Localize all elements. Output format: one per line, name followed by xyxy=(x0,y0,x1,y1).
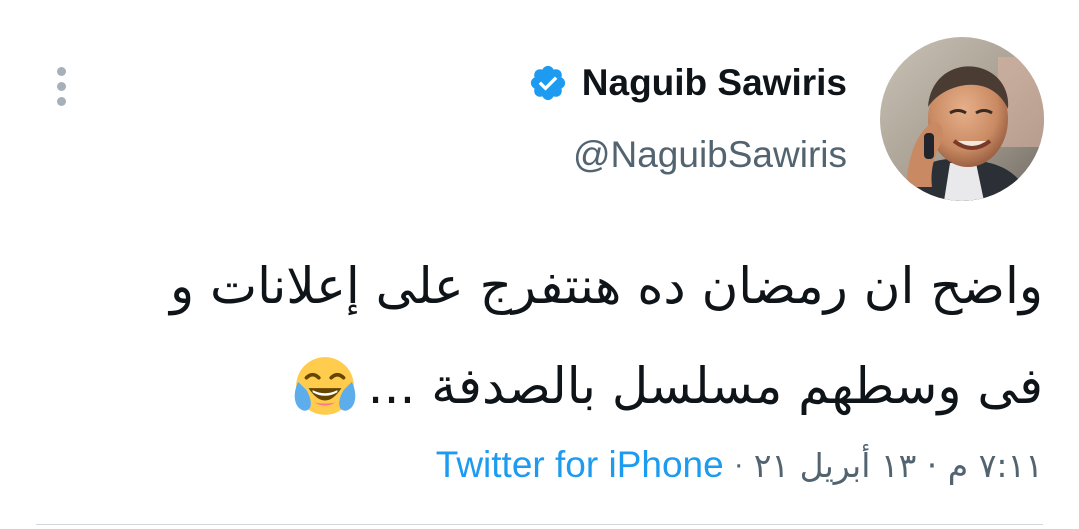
tweet-card: Naguib Sawiris @NaguibSawiris واضح ان رم… xyxy=(0,0,1079,529)
more-options-button[interactable] xyxy=(44,62,78,110)
more-vertical-icon-dot xyxy=(56,96,66,106)
face-with-tears-of-joy-icon xyxy=(294,356,355,415)
profile-photo xyxy=(880,37,1044,201)
tweet-text-line: واضح ان رمضان ده هنتفرج على إعلانات و xyxy=(169,257,1043,315)
more-vertical-icon xyxy=(56,66,66,76)
tweet-body: واضح ان رمضان ده هنتفرج على إعلانات و فى… xyxy=(33,236,1043,436)
author-avatar[interactable] xyxy=(880,37,1044,201)
author-username[interactable]: @NaguibSawiris xyxy=(573,134,847,176)
author-display-name: Naguib Sawiris xyxy=(581,62,847,103)
tweet-text-line-2: فى وسطهم مسلسل بالصدفة ... xyxy=(33,336,1043,436)
tweet-meta: Twitter for iPhone · ٧:١١ م · ١٣ أبريل ٢… xyxy=(436,440,1043,490)
more-vertical-icon-dot xyxy=(56,81,66,91)
author-name-row[interactable]: Naguib Sawiris xyxy=(528,58,847,108)
tweet-timestamp[interactable]: ٧:١١ م · ١٣ أبريل ٢١ xyxy=(754,446,1043,485)
verified-badge-icon xyxy=(530,65,565,101)
tweet-source-link[interactable]: Twitter for iPhone xyxy=(436,444,724,486)
meta-separator: · xyxy=(733,448,744,481)
tweet-text-fragment: فى وسطهم مسلسل بالصدفة ... xyxy=(367,357,1043,415)
divider xyxy=(36,524,1043,525)
